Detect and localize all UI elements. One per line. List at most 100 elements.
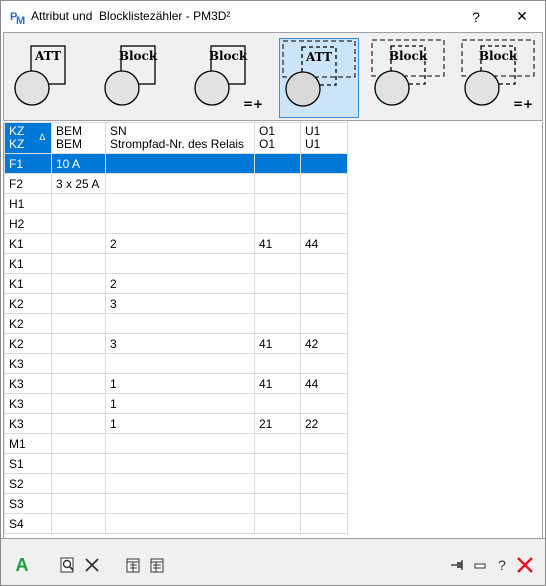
table-cell[interactable]: 3 <box>105 293 255 314</box>
table-cell[interactable]: K3 <box>4 413 52 434</box>
table-cell[interactable] <box>51 233 106 254</box>
table-cell[interactable] <box>254 193 301 214</box>
table-row[interactable]: K2 <box>4 313 348 334</box>
tool-block-solid-append[interactable]: Block =+ <box>189 38 269 118</box>
table-cell[interactable]: 41 <box>254 233 301 254</box>
table-cell[interactable] <box>105 253 255 274</box>
table-cell[interactable]: F2 <box>4 173 52 194</box>
table-cell[interactable]: F1 <box>4 153 52 174</box>
table-row[interactable]: K1 2 <box>4 273 348 294</box>
table-cell[interactable] <box>105 193 255 214</box>
tool-block-dashed-append[interactable]: Block =+ <box>459 38 539 118</box>
table-row[interactable]: F2 3 x 25 A <box>4 173 348 194</box>
table-cell[interactable] <box>51 353 106 374</box>
table-cell[interactable] <box>300 193 348 214</box>
table-cell[interactable]: K2 <box>4 333 52 354</box>
table-row[interactable]: S4 <box>4 513 348 534</box>
column-header-kz[interactable]: KZ KZ ∆ <box>4 122 52 154</box>
table-cell[interactable] <box>254 293 301 314</box>
table-cell[interactable] <box>105 213 255 234</box>
minimize-icon[interactable] <box>473 555 487 575</box>
pin-icon[interactable] <box>449 555 467 575</box>
table-row[interactable]: H1 <box>4 193 348 214</box>
table-cell[interactable] <box>254 493 301 514</box>
table-cell[interactable] <box>300 313 348 334</box>
table-cell[interactable] <box>105 353 255 374</box>
table-cell[interactable] <box>300 213 348 234</box>
help-icon[interactable]: ? <box>495 555 509 575</box>
table-cell[interactable] <box>51 493 106 514</box>
table-cell[interactable]: K1 <box>4 253 52 274</box>
table-cell[interactable] <box>51 473 106 494</box>
table-cell[interactable] <box>254 153 301 174</box>
help-button[interactable]: ? <box>453 1 499 32</box>
table-cell[interactable] <box>51 373 106 394</box>
column-header-o1[interactable]: O1 O1 <box>254 122 301 154</box>
table-cell[interactable] <box>300 273 348 294</box>
table-row[interactable]: K3 1 41 44 <box>4 373 348 394</box>
table-cell[interactable]: 3 x 25 A <box>51 173 106 194</box>
table-cell[interactable]: H1 <box>4 193 52 214</box>
table-cell[interactable] <box>300 173 348 194</box>
table-row[interactable]: S2 <box>4 473 348 494</box>
table-cell[interactable] <box>105 473 255 494</box>
table-cell[interactable]: 1 <box>105 413 255 434</box>
clear-icon[interactable] <box>83 555 101 575</box>
table-cell[interactable]: K1 <box>4 273 52 294</box>
table-cell[interactable]: 44 <box>300 233 348 254</box>
close-red-icon[interactable] <box>515 555 535 575</box>
table-cell[interactable]: 3 <box>105 333 255 354</box>
table-row[interactable]: K3 1 21 22 <box>4 413 348 434</box>
table-row[interactable]: K3 1 <box>4 393 348 414</box>
table-cell[interactable]: K3 <box>4 373 52 394</box>
table-cell[interactable]: K2 <box>4 293 52 314</box>
table-cell[interactable]: 42 <box>300 333 348 354</box>
close-button[interactable]: ✕ <box>499 1 545 32</box>
table-row[interactable]: K2 3 <box>4 293 348 314</box>
table-cell[interactable] <box>51 193 106 214</box>
table-cell[interactable] <box>51 453 106 474</box>
table-cell[interactable] <box>51 213 106 234</box>
table-cell[interactable] <box>300 493 348 514</box>
table-cell[interactable]: 2 <box>105 273 255 294</box>
table-cell[interactable] <box>51 393 106 414</box>
zoom-icon[interactable] <box>59 555 77 575</box>
table-cell[interactable] <box>254 313 301 334</box>
table-cell[interactable]: M1 <box>4 433 52 454</box>
table-cell[interactable]: H2 <box>4 213 52 234</box>
table-row[interactable]: K3 <box>4 353 348 374</box>
table-cell[interactable] <box>105 173 255 194</box>
table-cell[interactable] <box>105 153 255 174</box>
table-row[interactable]: K1 2 41 44 <box>4 233 348 254</box>
table-cell[interactable] <box>254 173 301 194</box>
table-cell[interactable]: 21 <box>254 413 301 434</box>
table-cell[interactable] <box>254 353 301 374</box>
table-cell[interactable] <box>300 253 348 274</box>
table-cell[interactable]: K1 <box>4 233 52 254</box>
table-cell[interactable] <box>51 293 106 314</box>
table-cell[interactable] <box>300 513 348 534</box>
table-cell[interactable] <box>300 393 348 414</box>
table-cell[interactable] <box>300 453 348 474</box>
table-cell[interactable] <box>51 513 106 534</box>
column-header-u1[interactable]: U1 U1 <box>300 122 348 154</box>
import-list-icon[interactable] <box>149 555 167 575</box>
table-cell[interactable]: K3 <box>4 353 52 374</box>
table-cell[interactable] <box>300 153 348 174</box>
table-cell[interactable] <box>105 493 255 514</box>
table-cell[interactable] <box>254 473 301 494</box>
export-list-icon[interactable] <box>125 555 143 575</box>
tool-block-solid[interactable]: Block <box>99 38 179 118</box>
table-cell[interactable] <box>254 453 301 474</box>
table-cell[interactable] <box>254 513 301 534</box>
table-cell[interactable] <box>105 313 255 334</box>
column-header-bem[interactable]: BEM BEM <box>51 122 106 154</box>
table-row[interactable]: F1 10 A <box>4 153 348 174</box>
table-cell[interactable] <box>105 453 255 474</box>
column-header-sn[interactable]: SN Strompfad-Nr. des Relais <box>105 122 255 154</box>
table-row[interactable]: M1 <box>4 433 348 454</box>
table-cell[interactable]: K2 <box>4 313 52 334</box>
table-cell[interactable]: 2 <box>105 233 255 254</box>
table-cell[interactable] <box>51 313 106 334</box>
table-cell[interactable] <box>300 293 348 314</box>
